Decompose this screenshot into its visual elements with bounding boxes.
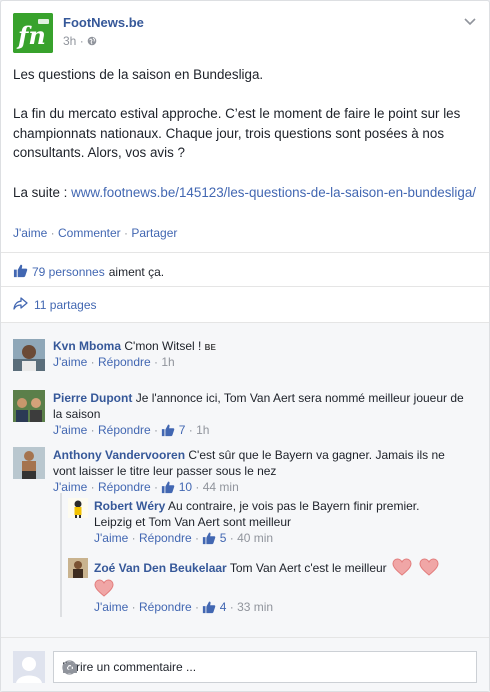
avatar[interactable] [68,498,88,518]
comment-time[interactable]: 40 min [237,531,273,545]
comment-author[interactable]: Robert Wéry [94,499,165,513]
comment: Pierre Dupont Je l'annonce ici, Tom Van … [53,390,473,422]
chevron-down-icon[interactable] [463,15,477,29]
thumbs-up-icon [161,423,175,441]
heart-icon [390,558,412,576]
heart-icon [415,558,439,576]
comment-time[interactable]: 44 min [203,480,239,494]
reply-actions: J'aime · Répondre · 5 · 40 min [94,530,273,549]
globe-icon [87,34,97,48]
avatar[interactable] [13,390,45,422]
svg-text:fn: fn [16,21,46,50]
post-more: La suite : www.footnews.be/145123/les-qu… [13,184,476,200]
post-body: Les questions de la saison en Bundesliga… [13,65,479,202]
avatar[interactable] [13,339,45,371]
heart-icon [94,579,114,600]
share-arrow-icon [13,297,28,313]
comment-time[interactable]: 1h [161,355,174,369]
comment-author[interactable]: Pierre Dupont [53,391,132,405]
likes-suffix: aiment ça. [108,265,165,279]
divider [1,637,489,638]
comment-text: C'mon Witsel ! [124,339,205,353]
flag-badge: BE [204,343,216,352]
comment-input[interactable]: Ecrire un commentaire ... [53,651,477,683]
comment: Anthony Vandervooren C'est sûr que le Ba… [53,447,453,479]
comment-actions: J'aime · Répondre · 7 · 1h [53,422,209,441]
thumbs-up-icon [13,263,28,281]
like-link[interactable]: J'aime [94,600,128,614]
thumbs-up-icon [161,480,175,498]
like-link[interactable]: J'aime [53,480,87,494]
comment-time[interactable]: 1h [196,423,209,437]
likes-summary: 79 personnes aiment ça. [13,263,164,281]
post-time[interactable]: 3h [63,34,76,48]
like-count[interactable]: 7 [179,423,186,437]
thumbs-up-icon [202,531,216,549]
divider [1,286,489,287]
post-card: fn FootNews.be 3h · Les questions de la … [0,0,490,692]
like-count[interactable]: 10 [179,480,192,494]
thumbs-up-icon [202,600,216,618]
reply-link[interactable]: Répondre [98,480,151,494]
smiley-icon[interactable] [62,660,466,678]
shares-summary: 11 partages [13,297,97,313]
like-link[interactable]: J'aime [53,355,87,369]
share-link[interactable]: Partager [131,226,177,240]
like-link[interactable]: J'aime [94,531,128,545]
divider [1,252,489,253]
comment-author[interactable]: Zoé Van Den Beukelaar [94,561,227,575]
reply-link[interactable]: Répondre [139,531,192,545]
shares-count[interactable]: 11 partages [34,298,97,312]
like-link[interactable]: J'aime [53,423,87,437]
comment-actions: J'aime · Répondre · 10 · 44 min [53,479,239,498]
article-link[interactable]: www.footnews.be/145123/les-questions-de-… [71,185,476,200]
page-logo[interactable]: fn [13,13,53,53]
reply-link[interactable]: Répondre [98,355,151,369]
reply: Robert Wéry Au contraire, je vois pas le… [94,498,434,530]
likes-count[interactable]: 79 personnes [32,265,105,279]
post-actions: J'aime · Commenter · Partager [13,226,178,240]
post-meta: 3h · [63,34,97,48]
like-link[interactable]: J'aime [13,226,47,240]
reply: Zoé Van Den Beukelaar Tom Van Aert c'est… [94,558,474,576]
reply-actions: J'aime · Répondre · 4 · 33 min [94,599,273,618]
like-count[interactable]: 4 [220,600,227,614]
comment-actions: J'aime · Répondre · 1h [53,355,175,369]
avatar [13,651,45,683]
avatar[interactable] [68,558,88,578]
post-header: fn FootNews.be 3h · [13,13,479,55]
comment-link[interactable]: Commenter [58,226,121,240]
comment-author[interactable]: Anthony Vandervooren [53,448,185,462]
like-count[interactable]: 5 [220,531,227,545]
post-title-line: Les questions de la saison en Bundesliga… [13,67,264,82]
page-name[interactable]: FootNews.be [63,15,144,30]
comment-author[interactable]: Kvn Mboma [53,339,121,353]
reply-link[interactable]: Répondre [98,423,151,437]
reply-thread-line [60,493,62,617]
avatar[interactable] [13,447,45,479]
post-paragraph: La fin du mercato estival approche. C’es… [13,106,461,161]
reply-link[interactable]: Répondre [139,600,192,614]
comment-text: Tom Van Aert c'est le meilleur [229,561,387,575]
comment-composer: Ecrire un commentaire ... [1,645,489,691]
comment-time[interactable]: 33 min [237,600,273,614]
